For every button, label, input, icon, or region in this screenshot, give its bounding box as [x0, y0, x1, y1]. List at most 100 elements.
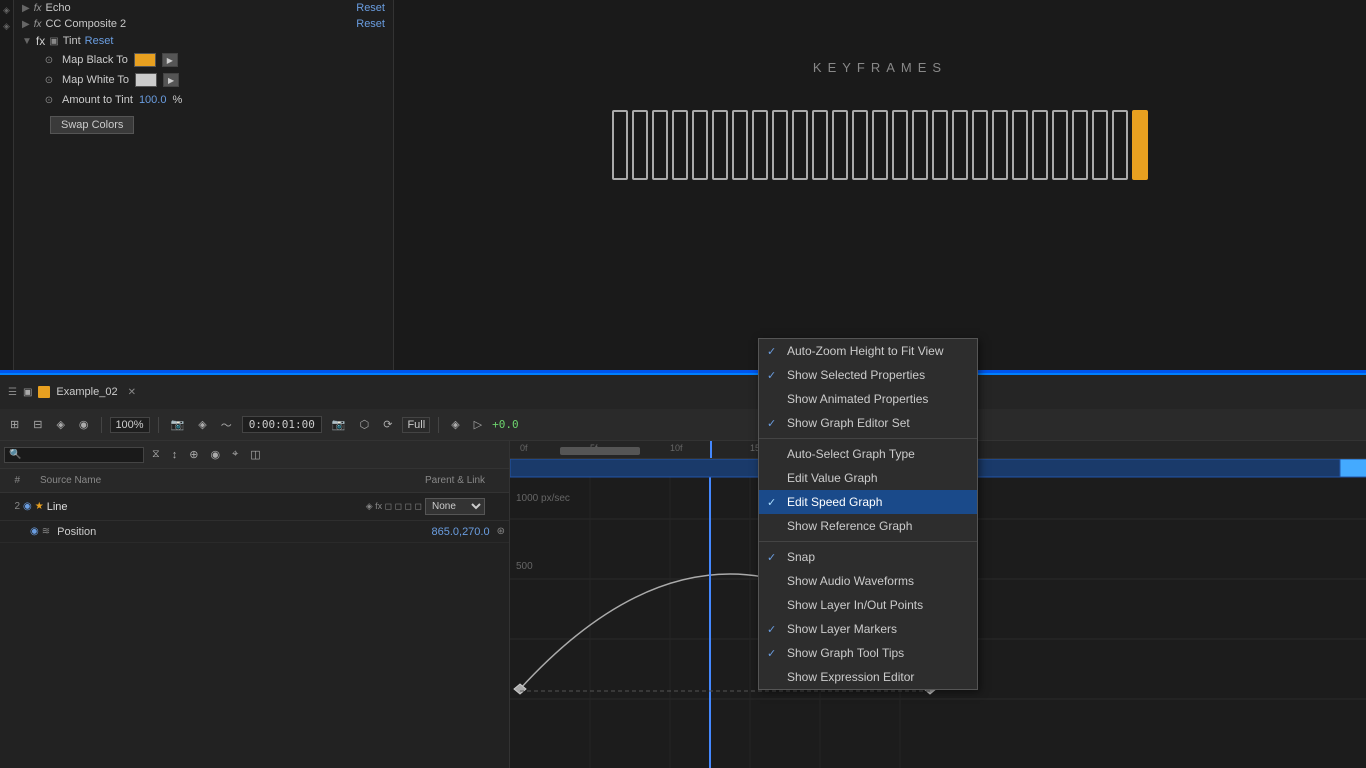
- menu-show-graph-tool-tips[interactable]: ✓ Show Graph Tool Tips: [759, 641, 977, 665]
- position-value[interactable]: 865.0,270.0: [431, 526, 489, 538]
- stopwatch-icon[interactable]: ◉: [30, 526, 39, 537]
- layer-badges: ◈ fx ◻ ◻ ◻ ◻: [366, 501, 422, 512]
- refresh-btn[interactable]: ⟳: [379, 416, 396, 433]
- solo-btn[interactable]: ◉: [75, 416, 93, 433]
- menu-show-layer-inout-label: Show Layer In/Out Points: [787, 598, 923, 612]
- layer-star[interactable]: ★: [35, 501, 44, 512]
- motion-blur-btn[interactable]: ◈: [447, 416, 463, 433]
- menu-show-audio-label: Show Audio Waveforms: [787, 574, 914, 588]
- menu-show-layer-inout[interactable]: Show Layer In/Out Points: [759, 593, 977, 617]
- camera-icon[interactable]: 📷: [167, 416, 189, 433]
- tint-layer-icon: ▣: [49, 36, 58, 47]
- expand-arrow-cc[interactable]: ▶: [22, 19, 30, 30]
- layer-row-line[interactable]: 2 ◉ ★ Line ◈ fx ◻ ◻ ◻ ◻ None: [0, 493, 509, 521]
- timeline-close[interactable]: ✕: [128, 387, 136, 398]
- quality-select[interactable]: Full: [402, 417, 430, 433]
- swap-colors-button[interactable]: Swap Colors: [50, 116, 134, 134]
- kf-bar-17: [932, 110, 948, 180]
- timecode-display[interactable]: 0:00:01:00: [242, 416, 322, 433]
- context-menu: ✓ Auto-Zoom Height to Fit View ✓ Show Se…: [758, 338, 978, 690]
- layer-num-2: 2: [4, 501, 20, 512]
- expand-arrow-tint[interactable]: ▼: [22, 36, 32, 47]
- menu-auto-select-graph[interactable]: Auto-Select Graph Type: [759, 442, 977, 466]
- position-label: Position: [57, 526, 428, 538]
- panel-menu-icon[interactable]: ☰: [8, 387, 17, 398]
- menu-show-animated[interactable]: Show Animated Properties: [759, 387, 977, 411]
- check-layer-markers: ✓: [767, 623, 776, 636]
- menu-edit-speed-graph[interactable]: ✓ Edit Speed Graph: [759, 490, 977, 514]
- tint-reset[interactable]: Reset: [85, 35, 114, 47]
- layer-eye-btn[interactable]: ◉: [23, 501, 32, 512]
- color-btn[interactable]: ⬡: [356, 416, 374, 433]
- waveform-icon[interactable]: 〜: [217, 415, 236, 435]
- parent-dropdown[interactable]: None: [425, 498, 485, 515]
- kf-bar-21: [1012, 110, 1028, 180]
- menu-show-audio[interactable]: Show Audio Waveforms: [759, 569, 977, 593]
- fx-badge: fx: [34, 3, 42, 14]
- white-swatch-arrow[interactable]: ▶: [163, 73, 179, 87]
- check-graph-tool-tips: ✓: [767, 647, 776, 660]
- kf-bar-20: [992, 110, 1008, 180]
- expand-all-btn[interactable]: ⊞: [6, 416, 23, 433]
- kf-bar-4: [672, 110, 688, 180]
- menu-show-expression-editor[interactable]: Show Expression Editor: [759, 665, 977, 689]
- map-black-icon: ⊙: [42, 53, 56, 67]
- check-auto-zoom: ✓: [767, 345, 776, 358]
- expand-arrow[interactable]: ▶: [22, 3, 30, 14]
- kf-bar-14: [872, 110, 888, 180]
- menu-show-reference-graph[interactable]: Show Reference Graph: [759, 514, 977, 538]
- comp-title: Example_02: [56, 386, 117, 398]
- menu-show-selected[interactable]: ✓ Show Selected Properties: [759, 363, 977, 387]
- kf-bar-9: [772, 110, 788, 180]
- link-btn[interactable]: ⊕: [185, 446, 202, 463]
- side-icon-panel: ◈ ◈: [0, 0, 14, 370]
- menu-show-selected-label: Show Selected Properties: [787, 368, 925, 382]
- ruler-0f: 0f: [520, 443, 528, 453]
- kf-bar-8: [752, 110, 768, 180]
- menu-sep-2: [759, 541, 977, 542]
- swap-colors-container: Swap Colors: [14, 110, 393, 138]
- collapse-all-btn[interactable]: ⊟: [29, 416, 46, 433]
- col-num: #: [4, 475, 20, 486]
- side-icon-2: ◈: [1, 20, 13, 32]
- preview-panel: KEYFRAMES: [394, 0, 1366, 370]
- menu-edit-value-graph[interactable]: Edit Value Graph: [759, 466, 977, 490]
- echo-reset[interactable]: Reset: [356, 2, 385, 14]
- map-white-icon: ⊙: [42, 73, 56, 87]
- menu-show-graph-editor-set[interactable]: ✓ Show Graph Editor Set: [759, 411, 977, 435]
- kf-bar-2: [632, 110, 648, 180]
- black-swatch-arrow[interactable]: ▶: [162, 53, 178, 67]
- menu-sep-1: [759, 438, 977, 439]
- comp-btn[interactable]: ◉: [206, 446, 224, 463]
- graph-icon[interactable]: ◈: [194, 416, 210, 433]
- scroll-indicator[interactable]: [560, 447, 640, 455]
- search-input[interactable]: [4, 447, 144, 463]
- kf-bar-26: [1112, 110, 1128, 180]
- zoom-display[interactable]: 100%: [110, 417, 150, 433]
- filter-btn[interactable]: ⧖: [148, 446, 164, 463]
- check-graph-editor-set: ✓: [767, 417, 776, 430]
- menu-snap[interactable]: ✓ Snap: [759, 545, 977, 569]
- timeline-main: ⧖ ↕ ⊕ ◉ ⌖ ◫ # Source Name Parent & Link …: [0, 441, 1366, 768]
- echo-label: Echo: [45, 2, 352, 14]
- menu-edit-value-label: Edit Value Graph: [787, 471, 878, 485]
- draft-btn[interactable]: ◈: [52, 416, 68, 433]
- snapshot-btn[interactable]: 📷: [328, 416, 350, 433]
- position-link-icon: ⊛: [497, 526, 505, 537]
- black-color-swatch[interactable]: [134, 53, 156, 67]
- mask-btn[interactable]: ◫: [246, 446, 264, 463]
- map-white-label: Map White To: [62, 74, 129, 86]
- render-btn[interactable]: ▷: [470, 416, 486, 433]
- cc-reset[interactable]: Reset: [356, 18, 385, 30]
- amount-value[interactable]: 100.0: [139, 94, 167, 106]
- sort-btn[interactable]: ↕: [168, 447, 182, 463]
- menu-show-layer-markers[interactable]: ✓ Show Layer Markers: [759, 617, 977, 641]
- layer-list: ⧖ ↕ ⊕ ◉ ⌖ ◫ # Source Name Parent & Link …: [0, 441, 510, 768]
- amount-row: ⊙ Amount to Tint 100.0 %: [14, 90, 393, 110]
- position-wave-icon: ≋: [42, 526, 50, 537]
- fx-badge-tint: fx: [36, 34, 45, 48]
- paint-btn[interactable]: ⌖: [228, 446, 242, 463]
- white-color-swatch[interactable]: [135, 73, 157, 87]
- menu-auto-zoom[interactable]: ✓ Auto-Zoom Height to Fit View: [759, 339, 977, 363]
- comp-color-swatch: [38, 386, 50, 398]
